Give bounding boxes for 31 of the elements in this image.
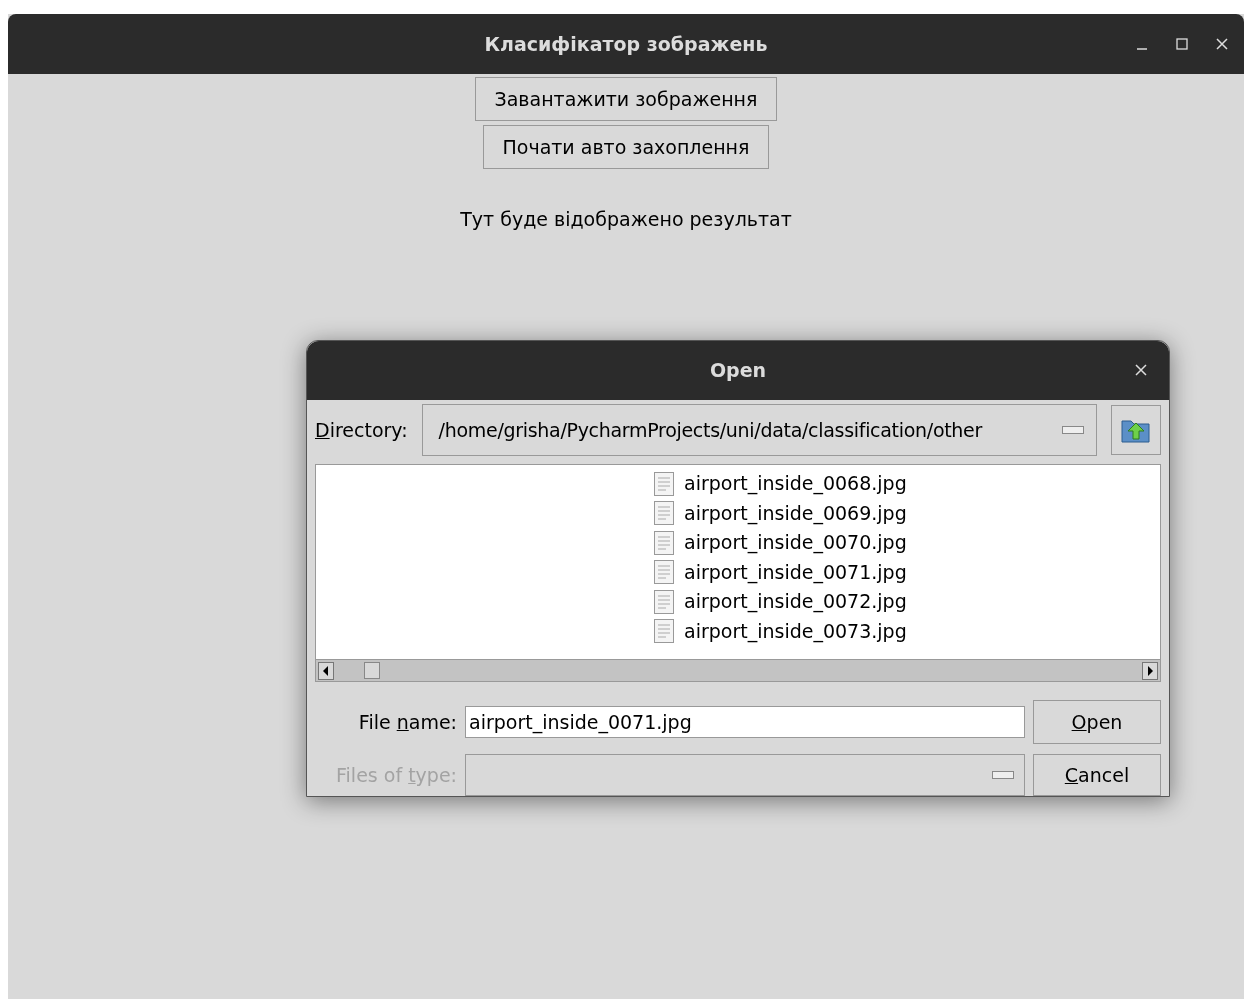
document-icon xyxy=(654,589,674,614)
parent-folder-button[interactable] xyxy=(1111,404,1161,455)
file-item[interactable]: airport_inside_0068.jpg xyxy=(654,468,1160,499)
file-name-label: File name: xyxy=(357,709,457,735)
document-icon xyxy=(654,530,674,555)
file-item[interactable]: airport_inside_0071.jpg xyxy=(654,557,1160,587)
document-icon xyxy=(654,471,674,496)
scroll-right-icon[interactable] xyxy=(1142,661,1158,680)
scroll-left-icon[interactable] xyxy=(318,661,334,680)
horizontal-scrollbar[interactable] xyxy=(316,659,1160,681)
document-icon xyxy=(654,560,674,585)
file-item[interactable]: airport_inside_0072.jpg xyxy=(654,586,1160,617)
file-item[interactable]: airport_inside_0070.jpg xyxy=(654,527,1160,558)
cancel-button[interactable]: Cancel xyxy=(1033,754,1161,796)
file-item[interactable]: airport_inside_0069.jpg xyxy=(654,498,1160,528)
file-name-field[interactable]: airport_inside_0071.jpg xyxy=(465,706,1025,738)
directory-label: Directory: xyxy=(315,417,408,443)
close-icon[interactable] xyxy=(1216,38,1228,50)
maximize-icon[interactable] xyxy=(1176,38,1188,50)
action-button[interactable]: Почати авто захоплення xyxy=(482,125,770,169)
action-button[interactable]: Завантажити зображення xyxy=(474,77,778,121)
dialog-title: Open xyxy=(709,358,767,384)
directory-dropdown[interactable]: /home/grisha/PycharmProjects/uni/data/classification/other xyxy=(421,403,1097,456)
document-icon xyxy=(654,619,674,644)
close-icon[interactable] xyxy=(1135,364,1147,376)
file-item[interactable]: airport_inside_0073.jpg xyxy=(654,616,1160,646)
open-button[interactable]: Open xyxy=(1033,700,1161,744)
result-label: Тут буде відображено результат xyxy=(460,207,792,232)
window-title: Класифікатор зображень xyxy=(484,31,768,57)
scrollbar-thumb[interactable] xyxy=(364,662,380,679)
document-icon xyxy=(654,501,674,526)
